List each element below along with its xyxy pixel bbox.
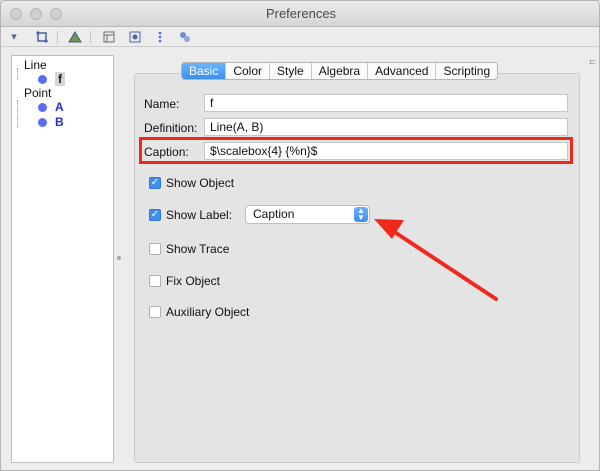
toolbar-separator xyxy=(90,31,91,43)
tab-scripting[interactable]: Scripting xyxy=(435,63,497,79)
move-graphics-icon[interactable] xyxy=(35,30,49,44)
auxiliary-object-checkbox[interactable] xyxy=(149,306,161,318)
auxiliary-object-row[interactable]: Auxiliary Object xyxy=(149,305,249,319)
object-dot-icon xyxy=(38,74,47,84)
polygon-icon[interactable] xyxy=(68,30,82,44)
splitter-handle[interactable] xyxy=(117,256,121,260)
preferences-window: Preferences ▾ ⊏ Line f Point A B Basic C… xyxy=(0,0,600,471)
caption-label: Caption: xyxy=(144,145,189,159)
tab-advanced[interactable]: Advanced xyxy=(367,63,435,79)
window-title: Preferences xyxy=(265,6,337,21)
show-trace-checkbox[interactable] xyxy=(149,243,161,255)
more-icon[interactable] xyxy=(153,30,167,44)
tab-algebra[interactable]: Algebra xyxy=(310,63,367,79)
show-trace-row[interactable]: Show Trace xyxy=(149,242,229,256)
show-label-checkbox[interactable]: ✓ xyxy=(149,209,161,221)
tree-item-b[interactable]: B xyxy=(38,115,64,129)
label-mode-select[interactable]: Caption ▲ ▼ xyxy=(245,205,370,224)
tree-item-a[interactable]: A xyxy=(38,100,64,114)
tab-style[interactable]: Style xyxy=(269,63,311,79)
fix-object-row[interactable]: Fix Object xyxy=(149,274,220,288)
tree-group-point[interactable]: Point xyxy=(24,86,51,100)
definition-input[interactable]: Line(A, B) xyxy=(204,118,568,136)
points-icon[interactable] xyxy=(178,30,192,44)
definition-label: Definition: xyxy=(144,121,198,135)
view-icon[interactable] xyxy=(128,30,142,44)
tree-item-f[interactable]: f xyxy=(38,72,65,86)
tree-connector xyxy=(17,100,18,128)
tab-basic[interactable]: Basic xyxy=(182,63,226,79)
show-label-row[interactable]: ✓ Show Label: xyxy=(149,208,232,222)
panel-resize-icon[interactable]: ⊏ xyxy=(589,57,597,66)
dropdown-arrow-icon[interactable]: ▾ xyxy=(7,30,21,44)
title-bar: Preferences xyxy=(1,1,599,27)
fix-object-checkbox[interactable] xyxy=(149,275,161,287)
caption-input[interactable]: $\scalebox{4} {%n}$ xyxy=(204,142,568,160)
show-object-checkbox[interactable]: ✓ xyxy=(149,177,161,189)
tab-bar: Basic Color Style Algebra Advanced Scrip… xyxy=(181,62,499,80)
tree-group-line[interactable]: Line xyxy=(24,58,47,72)
layout-icon[interactable] xyxy=(102,30,116,44)
name-input[interactable]: f xyxy=(204,94,568,112)
name-label: Name: xyxy=(144,97,180,111)
toolbar-separator xyxy=(57,31,58,43)
object-dot-icon xyxy=(38,102,47,112)
tree-connector xyxy=(17,68,18,80)
select-stepper-icon: ▲ ▼ xyxy=(354,207,368,222)
object-tree: Line f Point A B xyxy=(11,55,114,463)
show-object-row[interactable]: ✓ Show Object xyxy=(149,176,234,190)
tab-color[interactable]: Color xyxy=(225,63,269,79)
object-dot-icon xyxy=(38,117,47,127)
toolbar: ▾ ⊏ xyxy=(1,27,599,66)
